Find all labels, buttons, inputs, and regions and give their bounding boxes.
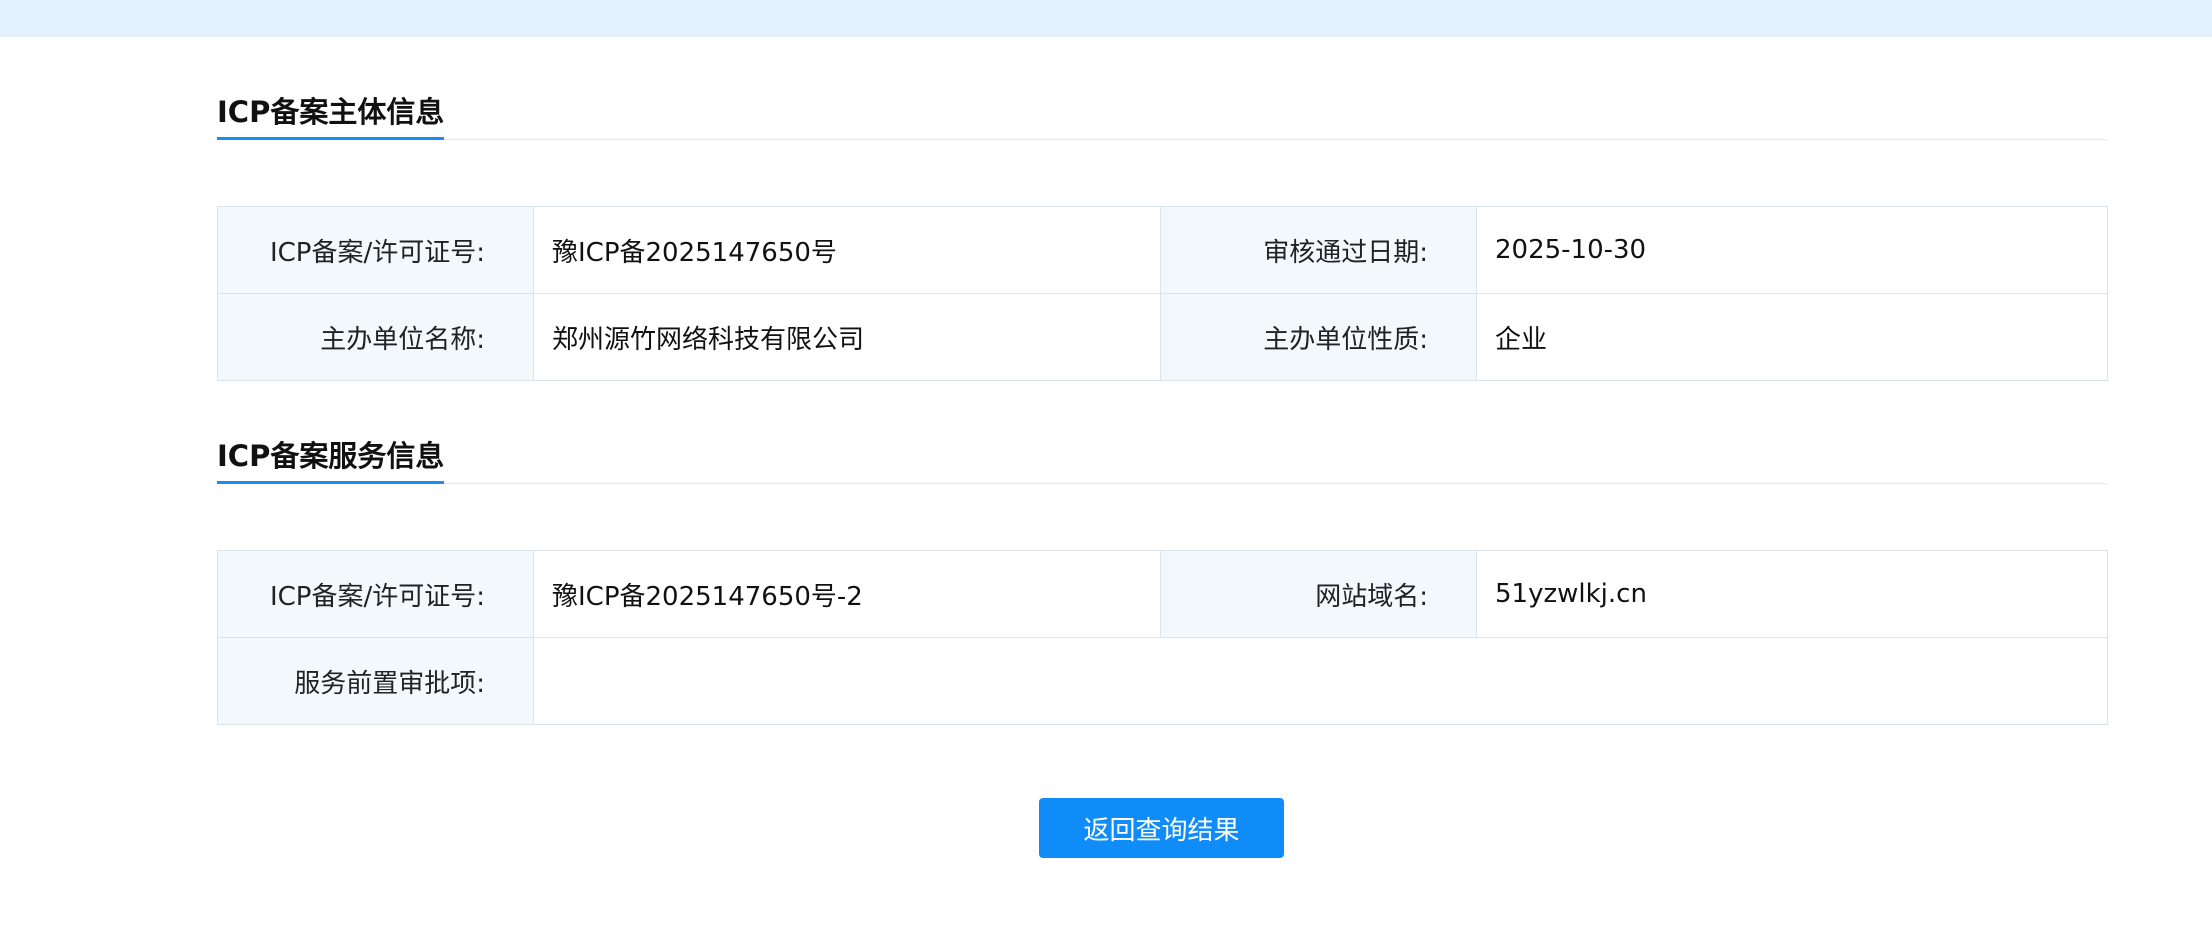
section-title-service-info: ICP备案服务信息 [217,439,445,485]
table-row: 主办单位名称: 郑州源竹网络科技有限公司 主办单位性质: 企业 [217,293,2108,381]
approval-date-value: 2025-10-30 [1476,206,2108,294]
service-icp-license-label: ICP备案/许可证号: [217,550,534,638]
service-icp-license-value: 豫ICP备2025147650号-2 [533,550,1161,638]
service-info-table: ICP备案/许可证号: 豫ICP备2025147650号-2 网站域名: 51y… [217,550,2108,725]
organizer-name-value: 郑州源竹网络科技有限公司 [533,293,1161,381]
website-domain-value: 51yzwlkj.cn [1476,550,2108,638]
pre-approval-items-label: 服务前置审批项: [217,637,534,725]
section-header-subject-info: ICP备案主体信息 [217,95,2107,141]
back-to-results-button[interactable]: 返回查询结果 [1039,798,1284,858]
subject-info-table: ICP备案/许可证号: 豫ICP备2025147650号 审核通过日期: 202… [217,206,2108,381]
organizer-type-value: 企业 [1476,293,2108,381]
approval-date-label: 审核通过日期: [1160,206,1477,294]
table-row: 服务前置审批项: [217,637,2108,725]
icp-license-label: ICP备案/许可证号: [217,206,534,294]
website-domain-label: 网站域名: [1160,550,1477,638]
table-row: ICP备案/许可证号: 豫ICP备2025147650号-2 网站域名: 51y… [217,550,2108,638]
section-header-service-info: ICP备案服务信息 [217,439,2107,485]
pre-approval-items-value [533,637,2108,725]
table-row: ICP备案/许可证号: 豫ICP备2025147650号 审核通过日期: 202… [217,206,2108,294]
icp-license-value: 豫ICP备2025147650号 [533,206,1161,294]
top-header-bar [0,0,2212,37]
section-title-subject-info: ICP备案主体信息 [217,95,445,141]
organizer-type-label: 主办单位性质: [1160,293,1477,381]
organizer-name-label: 主办单位名称: [217,293,534,381]
